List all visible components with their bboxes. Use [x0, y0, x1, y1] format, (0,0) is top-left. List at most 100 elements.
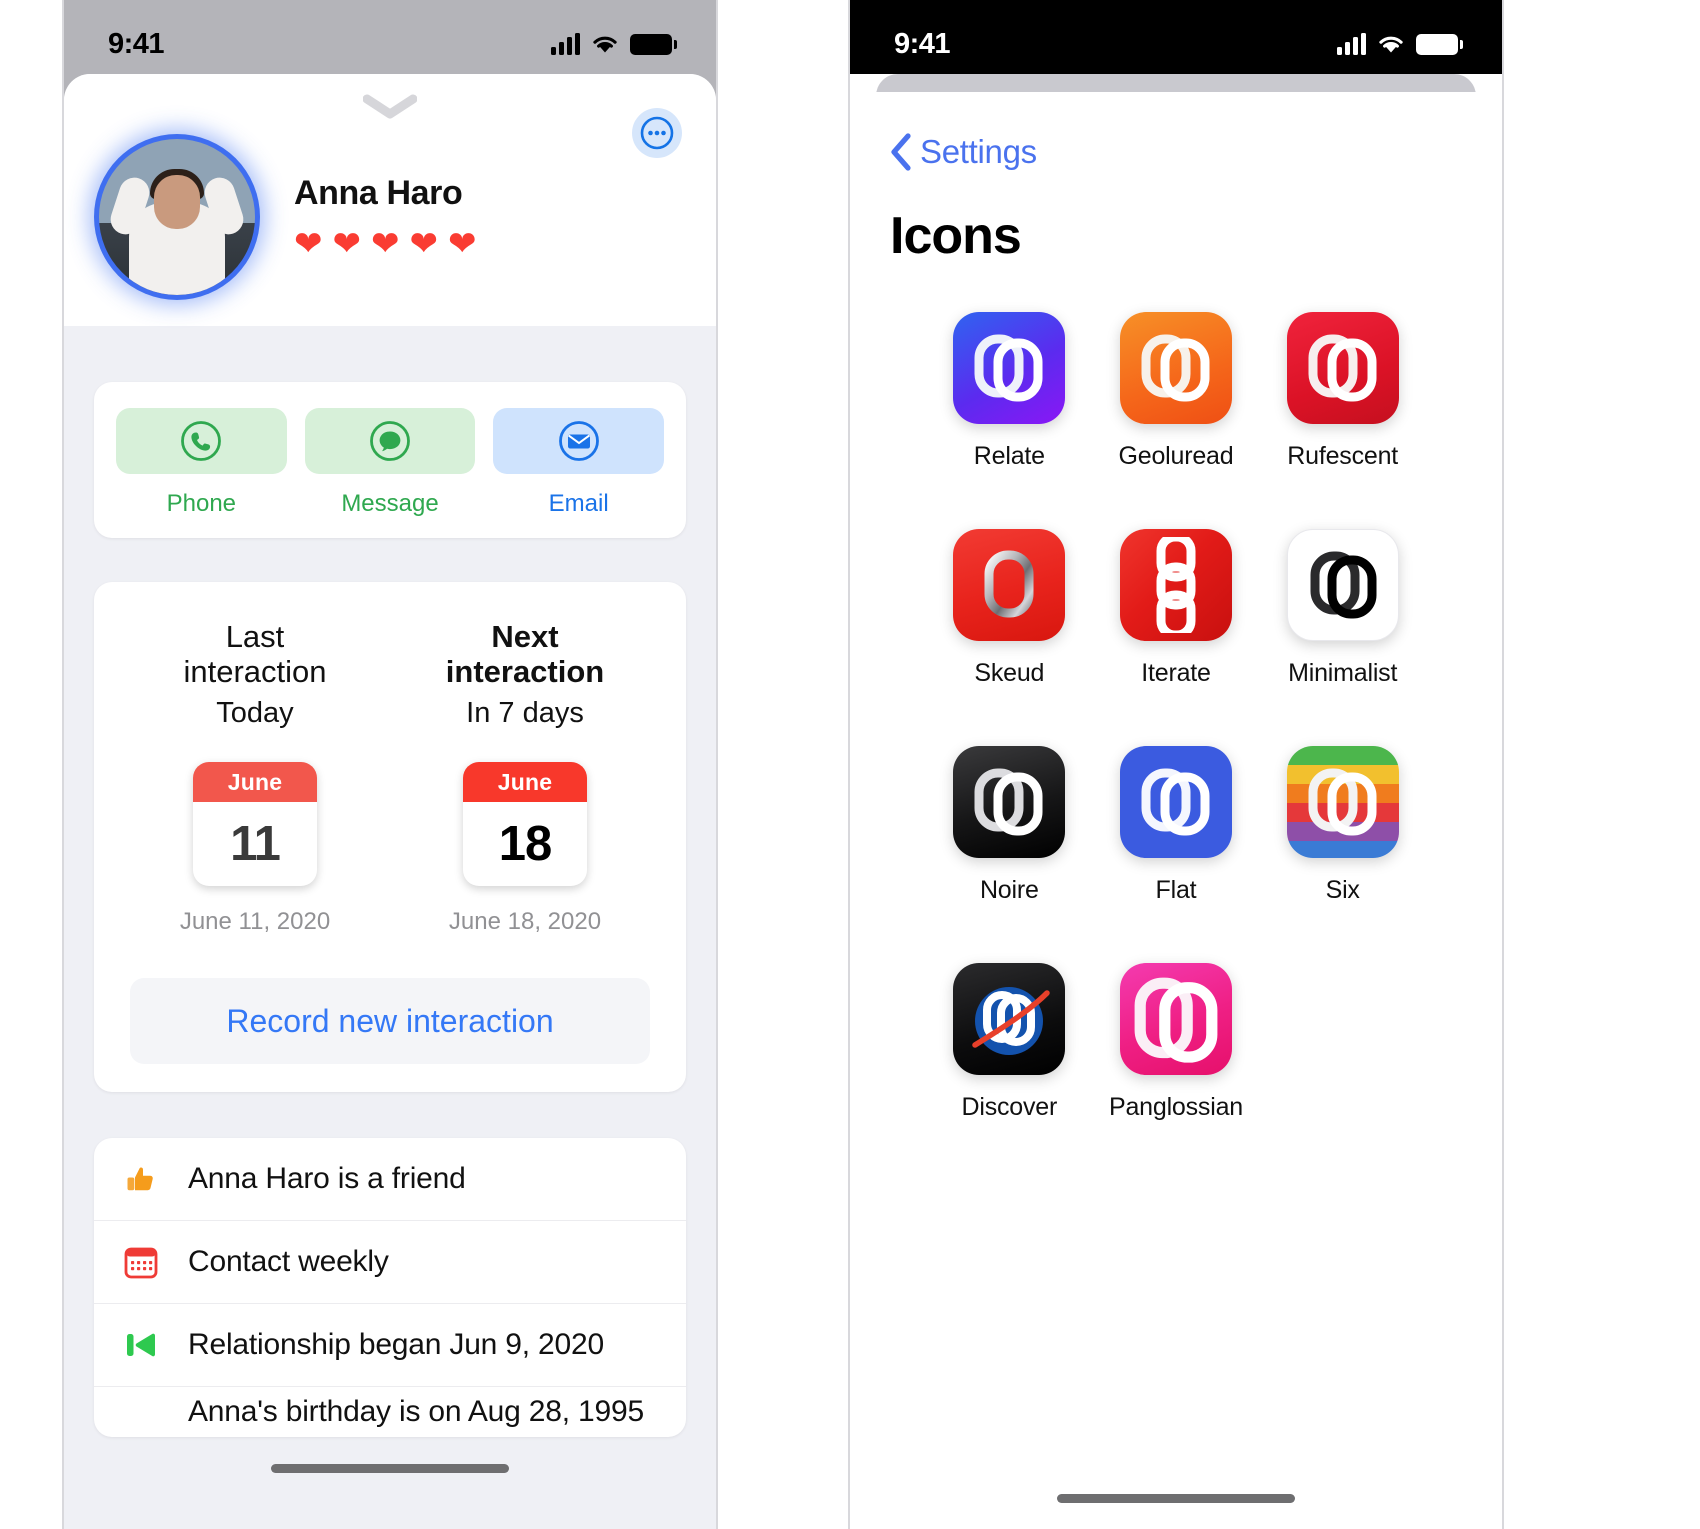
- thumbs-up-icon: [120, 1158, 162, 1200]
- action-phone[interactable]: Phone: [116, 408, 287, 518]
- app-icon-label: Rufescent: [1287, 442, 1399, 470]
- home-indicator[interactable]: [271, 1464, 509, 1473]
- rewind-icon: [120, 1324, 162, 1366]
- fact-label: Contact weekly: [188, 1245, 389, 1279]
- phone-right-icons-settings: 9:41 Settings Icons Relate Geoluread Ruf…: [848, 0, 1504, 1529]
- calendar-badge-last[interactable]: June 11: [193, 762, 317, 887]
- app-icon-cell-relate[interactable]: Relate: [926, 312, 1093, 471]
- action-email[interactable]: Email: [493, 408, 665, 518]
- next-interaction-column: Next interaction In 7 days June 18 June …: [390, 619, 660, 936]
- status-time: 9:41: [108, 27, 165, 60]
- calendar-month-last: June: [193, 762, 317, 803]
- app-icon-cell-noire[interactable]: Noire: [926, 746, 1093, 905]
- avatar[interactable]: [94, 134, 260, 300]
- action-label-phone: Phone: [166, 490, 237, 517]
- fact-label: Anna Haro is a friend: [188, 1162, 466, 1196]
- rufescent-app-icon: [1286, 312, 1399, 424]
- app-icon-cell-flat[interactable]: Flat: [1093, 746, 1260, 905]
- sheet-container: Anna Haro ❤ ❤ ❤ ❤ ❤ Phone Message Email …: [64, 74, 716, 1529]
- icons-settings-sheet: Settings Icons Relate Geoluread Rufescen…: [850, 92, 1502, 1529]
- heart-icon: ❤: [409, 224, 439, 263]
- last-interaction-relative: Today: [216, 697, 294, 730]
- last-interaction-title-line2: interaction: [183, 653, 327, 689]
- action-message[interactable]: Message: [304, 408, 476, 518]
- app-icon-cell-panglossian[interactable]: Panglossian: [1093, 963, 1260, 1122]
- discover-app-icon: [953, 963, 1066, 1075]
- status-bar-left: 9:41: [64, 0, 716, 74]
- phone-circle-icon: [116, 408, 287, 474]
- calendar-month-next: June: [463, 762, 587, 803]
- heart-icon: ❤: [294, 224, 323, 263]
- app-icon-label: Skeud: [974, 659, 1045, 687]
- list-item[interactable]: Contact weekly: [94, 1221, 686, 1305]
- action-label-email: Email: [548, 490, 609, 517]
- panglossian-app-icon: [1119, 963, 1232, 1075]
- chevron-left-icon: [891, 133, 911, 171]
- profile-row: Anna Haro ❤ ❤ ❤ ❤ ❤: [64, 120, 716, 300]
- chevron-down-grabber-icon[interactable]: [363, 94, 417, 120]
- list-item[interactable]: Anna's birthday is on Aug 28, 1995: [94, 1387, 686, 1437]
- status-time: 9:41: [894, 27, 951, 60]
- noire-app-icon: [953, 746, 1066, 858]
- minimalist-app-icon: [1286, 529, 1399, 641]
- app-icon-label: Discover: [961, 1093, 1058, 1121]
- geoluread-app-icon: [1119, 312, 1232, 424]
- envelope-circle-icon: [493, 408, 665, 474]
- app-icon-cell-rufescent[interactable]: Rufescent: [1259, 312, 1426, 471]
- sheet-header: Anna Haro ❤ ❤ ❤ ❤ ❤: [64, 74, 716, 326]
- profile-text: Anna Haro ❤ ❤ ❤ ❤ ❤: [294, 174, 477, 261]
- facts-list-card: Anna Haro is a friend Contact weekly Rel…: [94, 1138, 686, 1438]
- heart-icon: ❤: [332, 224, 362, 263]
- six-app-icon: [1286, 746, 1399, 858]
- calendar-badge-next[interactable]: June 18: [463, 762, 587, 887]
- more-options-button[interactable]: [632, 108, 682, 158]
- app-icon-label: Panglossian: [1108, 1093, 1243, 1121]
- app-icon-label: Six: [1325, 876, 1360, 904]
- skeud-app-icon: [953, 529, 1066, 641]
- status-bar-right: 9:41: [850, 0, 1502, 74]
- app-icon-cell-iterate[interactable]: Iterate: [1093, 529, 1260, 688]
- action-label-message: Message: [341, 490, 439, 517]
- next-interaction-title-line1: Next: [491, 619, 559, 654]
- iterate-app-icon: [1119, 529, 1232, 641]
- interaction-card: Last interaction Today June 11 June 11, …: [94, 582, 686, 1093]
- list-item[interactable]: Relationship began Jun 9, 2020: [94, 1304, 686, 1388]
- phone-left-contact-detail: 9:41 Anna Haro ❤ ❤ ❤ ❤ ❤ Phone Message E…: [62, 0, 718, 1529]
- contact-name: Anna Haro: [294, 173, 463, 212]
- app-icon-label: Relate: [973, 442, 1045, 470]
- heart-icon: ❤: [371, 224, 400, 263]
- back-to-settings-button[interactable]: Settings: [850, 92, 1502, 172]
- app-icon-cell-minimalist[interactable]: Minimalist: [1259, 529, 1426, 688]
- battery-icon: [1416, 33, 1463, 55]
- next-interaction-title-line2: interaction: [445, 653, 605, 689]
- calendar-day-next: 18: [498, 817, 553, 872]
- flat-app-icon: [1119, 746, 1232, 858]
- cellular-signal-icon: [1337, 33, 1366, 55]
- list-item[interactable]: Anna Haro is a friend: [94, 1138, 686, 1222]
- app-icon-label: Flat: [1155, 876, 1197, 904]
- calendar-day-last: 11: [230, 817, 281, 872]
- app-icon-grid: Relate Geoluread Rufescent Skeud Iterate…: [850, 266, 1502, 1122]
- last-interaction-column: Last interaction Today June 11 June 11, …: [120, 619, 390, 936]
- status-indicators: [1337, 33, 1463, 55]
- page-title: Icons: [890, 207, 1022, 265]
- back-label: Settings: [920, 133, 1037, 170]
- contact-sheet: Anna Haro ❤ ❤ ❤ ❤ ❤ Phone Message Email …: [64, 74, 716, 1529]
- home-indicator[interactable]: [1057, 1494, 1295, 1503]
- app-icon-cell-skeud[interactable]: Skeud: [926, 529, 1093, 688]
- last-interaction-title-line1: Last: [225, 619, 285, 654]
- contact-photo-avatar: [99, 139, 255, 295]
- app-icon-label: Noire: [979, 876, 1039, 904]
- app-icon-cell-discover[interactable]: Discover: [926, 963, 1093, 1122]
- rating-hearts: ❤ ❤ ❤ ❤ ❤: [294, 227, 477, 261]
- quick-actions-card: Phone Message Email: [94, 382, 686, 538]
- heart-icon: ❤: [448, 224, 477, 263]
- battery-icon: [630, 33, 677, 55]
- last-interaction-full-date: June 11, 2020: [179, 908, 331, 936]
- app-icon-cell-six[interactable]: Six: [1259, 746, 1426, 905]
- record-new-interaction-button[interactable]: Record new interaction: [130, 978, 650, 1065]
- wifi-icon: [591, 34, 619, 55]
- app-icon-cell-geoluread[interactable]: Geoluread: [1093, 312, 1260, 471]
- fact-label: Relationship began Jun 9, 2020: [188, 1328, 604, 1362]
- app-icon-label: Geoluread: [1118, 442, 1234, 470]
